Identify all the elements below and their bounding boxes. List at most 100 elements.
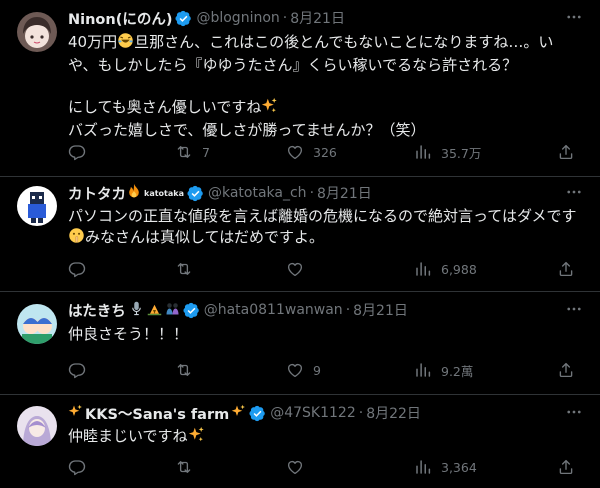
tweet[interactable]: KKS～Sana's farm @47SK1122 · 8月22日 仲睦まじいで… bbox=[0, 395, 600, 488]
views-icon bbox=[414, 458, 432, 476]
views-button[interactable]: 3,364 bbox=[414, 457, 477, 477]
user-handle[interactable]: @hata0811wanwan bbox=[204, 302, 343, 318]
tweet-text: 40万円 旦那さん、これはこの後とんでもないことになりますね…。い や、もしかした… bbox=[68, 32, 586, 141]
tweet-header: はたきち @hata0811wanwan · 8月21日 bbox=[68, 300, 584, 320]
tweet-line: 仲良さそう！！！ bbox=[68, 325, 189, 343]
tweet-header: KKS～Sana's farm @47SK1122 · 8月22日 bbox=[68, 403, 584, 423]
tweet-line: みなさんは真似してはだめですよ。 bbox=[68, 227, 586, 250]
reply-button[interactable] bbox=[68, 259, 95, 279]
reply-button[interactable] bbox=[68, 457, 95, 477]
tweet-actions: 3,364 bbox=[68, 457, 580, 477]
tweet-date[interactable]: 8月21日 bbox=[317, 183, 372, 203]
share-icon bbox=[557, 260, 575, 278]
user-handle[interactable]: @blogninon bbox=[196, 10, 279, 26]
retweet-count: 7 bbox=[202, 144, 210, 160]
name-sticker: katotaka bbox=[144, 188, 184, 198]
camping-emoji-icon bbox=[147, 301, 162, 320]
verified-badge-icon bbox=[249, 405, 266, 422]
more-icon[interactable] bbox=[564, 182, 584, 202]
retweet-button[interactable] bbox=[175, 360, 202, 380]
tweet-header: Ninon(にのん) @blogninon · 8月21日 bbox=[68, 8, 584, 28]
views-button[interactable]: 35.7万 bbox=[414, 142, 481, 162]
tweet-line: にしても奥さん優しいですね bbox=[68, 97, 586, 120]
tweet[interactable]: はたきち @hata0811wanwan · 8月21日 仲良さそう！！！ 9 … bbox=[0, 292, 600, 395]
like-count: 326 bbox=[313, 144, 337, 160]
reply-icon bbox=[68, 361, 86, 379]
view-count: 3,364 bbox=[441, 459, 477, 475]
tweet[interactable]: カトタカ katotaka @katotaka_ch · 8月21日 パソコンの… bbox=[0, 177, 600, 292]
retweet-icon bbox=[175, 458, 193, 476]
tweet[interactable]: Ninon(にのん) @blogninon · 8月21日 40万円 旦那さん、こ… bbox=[0, 0, 600, 177]
views-icon bbox=[414, 361, 432, 379]
microphone-emoji-icon bbox=[129, 301, 144, 320]
sparkles-emoji-icon bbox=[231, 404, 246, 423]
reply-button[interactable] bbox=[68, 142, 95, 162]
like-icon bbox=[286, 458, 304, 476]
user-handle[interactable]: @47SK1122 bbox=[270, 405, 356, 421]
tweet-date[interactable]: 8月22日 bbox=[366, 403, 421, 423]
display-name[interactable]: カトタカ bbox=[68, 183, 126, 204]
more-icon[interactable] bbox=[564, 299, 584, 319]
tweet-line: や、もしかしたら『ゆゆうたさん』くらい稼いでるなら許される？ bbox=[68, 56, 518, 74]
verified-badge-icon bbox=[175, 10, 192, 27]
like-icon bbox=[286, 361, 304, 379]
tweet-actions: 6,988 bbox=[68, 259, 580, 279]
tweet-actions: 7 326 35.7万 bbox=[68, 142, 580, 162]
more-icon[interactable] bbox=[564, 7, 584, 27]
views-icon bbox=[414, 143, 432, 161]
reply-feed: Ninon(にのん) @blogninon · 8月21日 40万円 旦那さん、こ… bbox=[0, 0, 600, 488]
tweet-text: 仲良さそう！！！ bbox=[68, 324, 586, 345]
avatar[interactable] bbox=[17, 186, 57, 226]
tweet-date[interactable]: 8月21日 bbox=[290, 8, 345, 28]
share-button[interactable] bbox=[557, 457, 575, 477]
tweet-line: 仲睦まじいですね bbox=[68, 426, 586, 449]
tweet-text: パソコンの正直な値段を言えば離婚の危機になるので絶対言ってはダメです みなさんは… bbox=[68, 206, 586, 250]
display-name[interactable]: KKS～Sana's farm bbox=[85, 403, 229, 424]
user-handle[interactable]: @katotaka_ch bbox=[208, 185, 307, 201]
share-button[interactable] bbox=[557, 142, 575, 162]
view-count: 9.2萬 bbox=[441, 363, 474, 379]
like-button[interactable] bbox=[286, 259, 313, 279]
sparkles-emoji-icon bbox=[188, 426, 205, 449]
tweet-line: パソコンの正直な値段を言えば離婚の危機になるので絶対言ってはダメです bbox=[68, 207, 577, 225]
views-button[interactable]: 9.2萬 bbox=[414, 360, 473, 380]
retweet-button[interactable]: 7 bbox=[175, 142, 210, 162]
like-icon bbox=[286, 260, 304, 278]
retweet-icon bbox=[175, 143, 193, 161]
tweet-line: バズった嬉しさで、優しさが勝ってませんか？（笑） bbox=[68, 121, 426, 139]
like-button[interactable]: 326 bbox=[286, 142, 337, 162]
retweet-icon bbox=[175, 361, 193, 379]
reply-button[interactable] bbox=[68, 360, 95, 380]
avatar[interactable] bbox=[17, 304, 57, 344]
share-icon bbox=[557, 143, 575, 161]
separator-dot: · bbox=[358, 405, 364, 421]
like-button[interactable] bbox=[286, 457, 313, 477]
separator-dot: · bbox=[309, 185, 315, 201]
avatar[interactable] bbox=[17, 12, 57, 52]
retweet-button[interactable] bbox=[175, 259, 202, 279]
avatar[interactable] bbox=[17, 406, 57, 446]
sparkles-emoji-icon bbox=[261, 97, 278, 120]
view-count: 6,988 bbox=[441, 261, 477, 277]
retweet-icon bbox=[175, 260, 193, 278]
tweet-date[interactable]: 8月21日 bbox=[353, 300, 408, 320]
more-icon[interactable] bbox=[564, 402, 584, 422]
views-button[interactable]: 6,988 bbox=[414, 259, 477, 279]
share-button[interactable] bbox=[557, 259, 575, 279]
display-name[interactable]: Ninon(にのん) bbox=[68, 8, 172, 29]
like-button[interactable]: 9 bbox=[286, 360, 321, 380]
display-name[interactable]: はたきち bbox=[68, 300, 126, 321]
like-icon bbox=[286, 143, 304, 161]
people-emoji-icon bbox=[165, 301, 180, 320]
tweet-text: 仲睦まじいですね bbox=[68, 426, 586, 449]
shushing-face-emoji-icon bbox=[68, 227, 85, 250]
verified-badge-icon bbox=[183, 302, 200, 319]
verified-badge-icon bbox=[187, 185, 204, 202]
separator-dot: · bbox=[345, 302, 351, 318]
reply-icon bbox=[68, 143, 86, 161]
reply-icon bbox=[68, 458, 86, 476]
share-icon bbox=[557, 458, 575, 476]
share-icon bbox=[557, 361, 575, 379]
retweet-button[interactable] bbox=[175, 457, 202, 477]
share-button[interactable] bbox=[557, 360, 575, 380]
